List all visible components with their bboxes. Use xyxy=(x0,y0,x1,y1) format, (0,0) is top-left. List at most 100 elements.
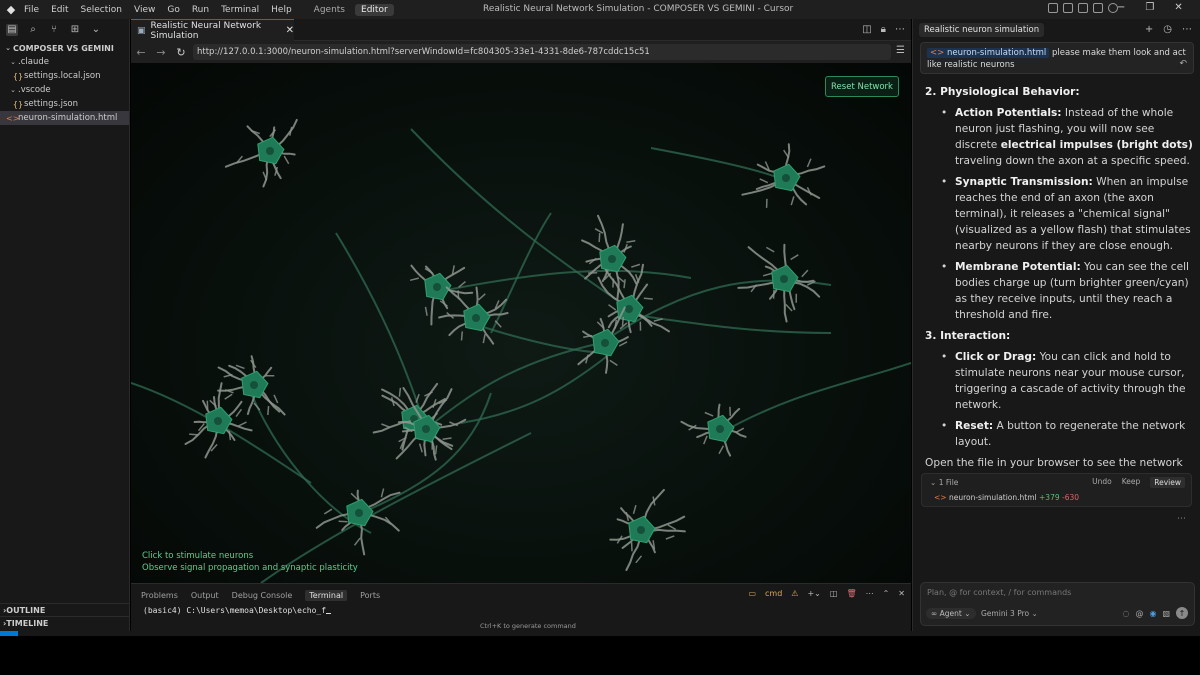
workspace-root[interactable]: ⌄ COMPOSER VS GEMINI xyxy=(0,41,129,55)
search-icon[interactable]: ⌕ xyxy=(27,24,39,36)
tab-debug-console[interactable]: Debug Console xyxy=(232,591,293,600)
tree-folder-vscode[interactable]: ⌄ .vscode xyxy=(0,83,129,97)
revert-icon[interactable]: ↶ xyxy=(1179,58,1187,70)
dendrite-branch xyxy=(703,435,708,445)
tree-file-settings[interactable]: {} settings.json xyxy=(0,97,129,111)
toggle-sidebar-icon[interactable] xyxy=(1048,3,1058,13)
menu-run[interactable]: Run xyxy=(192,5,209,15)
panel-tools: ▭ cmd ⚠ +⌄ ◫ 🗑︎ ⋯ ⌃ ✕ xyxy=(748,589,905,598)
neuron[interactable] xyxy=(609,488,686,571)
hamburger-menu-icon[interactable]: ☰ xyxy=(896,45,905,56)
close-window-icon[interactable]: ✕ xyxy=(1174,2,1182,13)
html-file-icon: <> xyxy=(6,113,20,123)
trash-icon[interactable]: 🗑︎ xyxy=(846,589,856,598)
back-icon[interactable]: ← xyxy=(131,46,151,59)
neuron[interactable] xyxy=(315,488,401,556)
outline-section[interactable]: › OUTLINE xyxy=(0,603,130,616)
agent-mode-dropdown[interactable]: ∞ Agent ⌄ xyxy=(926,608,976,619)
tree-folder-claude[interactable]: ⌄ .claude xyxy=(0,55,129,69)
neuron[interactable] xyxy=(680,403,747,457)
mode-agents[interactable]: Agents xyxy=(308,4,351,16)
dendrite-branch xyxy=(189,433,199,436)
menu-go[interactable]: Go xyxy=(167,5,179,15)
neuron[interactable] xyxy=(581,214,641,300)
forward-icon[interactable]: → xyxy=(151,46,171,59)
source-control-icon[interactable]: ⑂ xyxy=(48,24,60,36)
reload-icon[interactable]: ↻ xyxy=(171,46,191,59)
mode-editor[interactable]: Editor xyxy=(355,3,394,16)
dendrite-branch xyxy=(478,293,486,301)
image-icon[interactable]: ▧ xyxy=(1162,609,1170,618)
history-icon[interactable]: ◷ xyxy=(1163,24,1172,35)
customize-layout-icon[interactable] xyxy=(1093,3,1103,13)
neuron[interactable] xyxy=(184,382,253,459)
model-dropdown[interactable]: Gemini 3 Pro ⌄ xyxy=(981,609,1038,618)
editor-tab-bar: ▣ Realistic Neural Network Simulation ✕ … xyxy=(131,19,911,41)
menu-view[interactable]: View xyxy=(134,5,155,15)
tree-item-label: .vscode xyxy=(18,85,51,95)
tab-problems[interactable]: Problems xyxy=(141,591,178,600)
toggle-secondary-sidebar-icon[interactable] xyxy=(1078,3,1088,13)
tree-file-settings-local[interactable]: {} settings.local.json xyxy=(0,69,129,83)
url-input[interactable]: http://127.0.0.1:3000/neuron-simulation.… xyxy=(193,44,891,60)
explorer-files-icon[interactable]: ▤ xyxy=(6,23,18,36)
split-editor-icon[interactable]: ◫ xyxy=(862,24,871,35)
tab-output[interactable]: Output xyxy=(191,591,219,600)
lock-icon[interactable]: 🔒︎ xyxy=(881,24,886,35)
chat-tab-title[interactable]: Realistic neuron simulation xyxy=(919,23,1045,37)
send-icon[interactable]: ↑ xyxy=(1176,607,1188,619)
maximize-icon[interactable]: ❐ xyxy=(1145,2,1154,13)
simulation-canvas[interactable]: Reset Network Click to stimulate neurons… xyxy=(131,63,911,583)
chat-input[interactable]: Plan, @ for context, / for commands ∞ Ag… xyxy=(920,582,1195,626)
neuron[interactable] xyxy=(224,118,298,188)
neuron[interactable] xyxy=(741,143,826,208)
menu-file[interactable]: File xyxy=(24,5,39,15)
reset-network-button[interactable]: Reset Network xyxy=(825,76,899,97)
toggle-panel-icon[interactable] xyxy=(1063,3,1073,13)
terminal-shell-icon[interactable]: ▭ xyxy=(748,589,756,598)
minimize-icon[interactable]: − xyxy=(1117,2,1125,13)
maximize-panel-icon[interactable]: ⌃ xyxy=(883,589,890,598)
more-actions-icon[interactable]: ⋯ xyxy=(895,24,905,35)
globe-icon[interactable]: ◉ xyxy=(1149,609,1156,618)
neuron[interactable] xyxy=(577,306,629,374)
dendrite-branch xyxy=(224,393,233,400)
tab-neuron-simulation[interactable]: ▣ Realistic Neural Network Simulation ✕ xyxy=(131,19,294,41)
close-icon[interactable]: ✕ xyxy=(286,25,294,36)
more-actions-icon[interactable]: ⋯ xyxy=(866,589,874,598)
keep-button[interactable]: Keep xyxy=(1122,477,1141,488)
chevron-down-icon[interactable]: ⌄ xyxy=(90,24,102,36)
at-mention-icon[interactable]: @ xyxy=(1135,609,1143,618)
file-context-chip[interactable]: <> neuron-simulation.html xyxy=(927,48,1050,58)
split-terminal-icon[interactable]: ◫ xyxy=(830,589,838,598)
extensions-icon[interactable]: ⊞ xyxy=(69,24,81,36)
tab-terminal[interactable]: Terminal xyxy=(305,590,348,601)
more-actions-icon[interactable]: ⋯ xyxy=(1182,24,1192,35)
new-chat-icon[interactable]: + xyxy=(1145,24,1153,35)
review-button[interactable]: Review xyxy=(1150,477,1185,488)
more-actions-icon[interactable]: ⋯ xyxy=(1177,514,1186,524)
neuron[interactable] xyxy=(217,355,286,416)
axon xyxy=(720,362,911,434)
new-terminal-icon[interactable]: +⌄ xyxy=(807,589,820,598)
terminal-output[interactable]: (basic4) C:\Users\memoa\Desktop\echo_f xyxy=(143,605,332,615)
changed-file-row[interactable]: <> neuron-simulation.html +379 -630 xyxy=(934,493,1079,502)
tree-file-neuron-simulation[interactable]: <> neuron-simulation.html xyxy=(0,111,129,125)
close-panel-icon[interactable]: ✕ xyxy=(898,589,905,598)
dendrite-branch xyxy=(380,488,385,498)
neuron[interactable] xyxy=(597,263,670,334)
timeline-section[interactable]: › TIMELINE xyxy=(0,616,130,629)
item-bold: Membrane Potential: xyxy=(955,261,1081,273)
tab-ports[interactable]: Ports xyxy=(360,591,380,600)
user-message[interactable]: <> neuron-simulation.html please make th… xyxy=(920,42,1194,74)
neuron[interactable] xyxy=(737,243,821,323)
neuron[interactable] xyxy=(438,286,509,345)
undo-button[interactable]: Undo xyxy=(1092,477,1112,488)
menu-terminal[interactable]: Terminal xyxy=(221,5,259,15)
menu-help[interactable]: Help xyxy=(271,5,292,15)
shell-label[interactable]: cmd xyxy=(765,589,782,598)
files-count[interactable]: ⌄ 1 File xyxy=(930,478,958,487)
browser-tab-icon: ▣ xyxy=(137,25,146,36)
menu-edit[interactable]: Edit xyxy=(51,5,68,15)
menu-selection[interactable]: Selection xyxy=(81,5,122,15)
